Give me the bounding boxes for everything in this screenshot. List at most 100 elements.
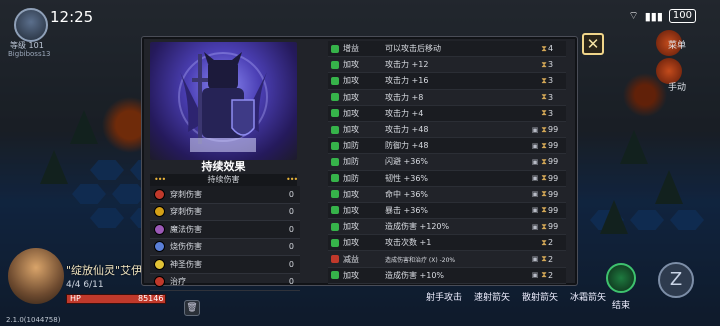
- skill-button[interactable]: 速射箭矢: [472, 290, 512, 303]
- damage-type-label: 烧伤伤害: [170, 242, 202, 252]
- effect-description: 防御力 +48: [385, 141, 429, 151]
- damage-type-icon: [154, 276, 165, 288]
- effect-type-icon: [331, 174, 339, 183]
- damage-type-row: 穿刺伤害 0: [150, 204, 300, 221]
- damage-type-label: 穿刺伤害: [170, 207, 202, 217]
- effect-duration: 2: [548, 238, 554, 248]
- effect-row[interactable]: 加攻 攻击力 +12 ⧗ 3: [328, 57, 566, 74]
- effect-type: 减益: [343, 254, 359, 264]
- effect-type-icon: [331, 255, 339, 264]
- effect-row[interactable]: 加防 防御力 +48 ▣ ⧗ 99: [328, 138, 566, 155]
- hourglass-icon: ⧗: [541, 140, 547, 150]
- effect-row[interactable]: 减益 造成伤害和治疗 (X) -20% ▣ ⧗ 2: [328, 251, 566, 268]
- permanent-lock-icon: ▣: [531, 206, 539, 215]
- effect-description: 命中 +36%: [385, 189, 429, 199]
- ornament-dots-right: •••: [286, 175, 298, 184]
- unit-portrait-art: [150, 42, 297, 160]
- effect-description: 造成伤害和治疗 (X) -20%: [385, 256, 456, 264]
- effect-type: 加攻: [343, 222, 359, 232]
- damage-type-label: 穿刺伤害: [170, 189, 202, 199]
- system-icons: ⌔ ▮▮▮ 100: [628, 9, 696, 23]
- effect-type-icon: [331, 206, 339, 215]
- effect-duration: 99: [548, 173, 559, 183]
- effect-description: 攻击力 +8: [385, 92, 424, 102]
- effect-type-icon: [331, 76, 339, 85]
- ornament-dots-left: •••: [154, 175, 166, 184]
- hourglass-icon: ⧗: [541, 75, 547, 85]
- knight-silhouette-icon: [178, 52, 268, 152]
- effect-description: 造成伤害 +120%: [385, 222, 450, 232]
- effect-row[interactable]: 加攻 攻击力 +16 ⧗ 3: [328, 73, 566, 90]
- damage-type-icon: [154, 258, 165, 270]
- unit-name: "绽放仙灵"艾伊: [66, 264, 143, 277]
- damage-type-row: 穿刺伤害 0: [150, 186, 300, 204]
- effect-type-icon: [331, 190, 339, 199]
- effect-row[interactable]: 加攻 造成伤害 +10% ▣ ⧗ 2: [328, 267, 566, 284]
- effect-description: 攻击力 +48: [385, 125, 429, 135]
- effect-duration: 2: [548, 270, 554, 280]
- effect-row[interactable]: 加防 闪避 +36% ▣ ⧗ 99: [328, 154, 566, 171]
- damage-type-row: 魔法伤害 0: [150, 221, 300, 239]
- effect-type: 加防: [343, 173, 359, 183]
- close-button[interactable]: ✕: [582, 33, 604, 55]
- effect-row[interactable]: 加攻 攻击力 +4 ⧗ 3: [328, 105, 566, 122]
- permanent-lock-icon: ▣: [531, 255, 539, 264]
- hourglass-icon: ⧗: [541, 254, 547, 264]
- effect-duration: 3: [548, 76, 554, 86]
- damage-type-label: 魔法伤害: [170, 224, 202, 234]
- end-turn-button[interactable]: [606, 263, 636, 293]
- clock: 12:25: [50, 8, 94, 26]
- effect-type: 加攻: [343, 238, 359, 248]
- effect-row[interactable]: 加攻 攻击次数 +1 ⧗ 2: [328, 235, 566, 252]
- damage-type-icon: [154, 241, 165, 253]
- signal-icon: ▮▮▮: [644, 9, 663, 23]
- effect-row[interactable]: 增益 可以攻击后移动 ⧗ 4: [328, 41, 566, 58]
- z-button[interactable]: Z: [658, 262, 694, 298]
- effect-type: 加攻: [343, 92, 359, 102]
- effect-row[interactable]: 加攻 攻击力 +8 ⧗ 3: [328, 90, 566, 106]
- effect-description: 暴击 +36%: [385, 205, 429, 215]
- trash-icon[interactable]: 🗑: [184, 300, 200, 316]
- effect-type: 加攻: [343, 205, 359, 215]
- effect-duration: 2: [548, 254, 554, 264]
- damage-type-label: 神圣伤害: [170, 259, 202, 269]
- effect-duration: 99: [548, 205, 559, 215]
- effect-type-icon: [331, 238, 339, 247]
- skill-button[interactable]: 散射箭矢: [520, 290, 560, 303]
- damage-type-row: 治疗 0: [150, 274, 300, 291]
- skill-bar: 射手攻击 速射箭矢 散射箭矢 冰霜箭矢: [424, 290, 608, 303]
- effect-row[interactable]: 加攻 暴击 +36% ▣ ⧗ 99: [328, 202, 566, 220]
- effect-row[interactable]: 加防 韧性 +36% ▣ ⧗ 99: [328, 170, 566, 187]
- effect-row[interactable]: 加攻 造成伤害 +120% ▣ ⧗ 99: [328, 219, 566, 236]
- effect-description: 攻击力 +16: [385, 76, 429, 86]
- hp-value: 85146: [138, 294, 164, 303]
- hourglass-icon: ⧗: [541, 189, 547, 199]
- version-label: 2.1.0(1044758): [6, 316, 61, 324]
- effect-type: 加防: [343, 157, 359, 167]
- effect-description: 攻击次数 +1: [385, 238, 432, 248]
- hp-label: HP: [70, 294, 81, 303]
- unit-stats: 4/4 6/11: [66, 280, 104, 290]
- effect-row[interactable]: 加攻 命中 +36% ▣ ⧗ 99: [328, 187, 566, 203]
- hourglass-icon: ⧗: [541, 173, 547, 183]
- skill-button[interactable]: 射手攻击: [424, 290, 464, 303]
- effect-row[interactable]: 加攻 攻击力 +48 ▣ ⧗ 99: [328, 122, 566, 139]
- damage-type-row: 神圣伤害 0: [150, 256, 300, 274]
- player-avatar[interactable]: [14, 8, 48, 42]
- hourglass-icon: ⧗: [541, 156, 547, 166]
- unit-portrait[interactable]: [8, 248, 64, 304]
- skill-button[interactable]: 冰霜箭矢: [568, 290, 608, 303]
- damage-types-list: 穿刺伤害 0 穿刺伤害 0 魔法伤害 0 烧伤伤害 0 神圣伤害 0 治疗 0: [150, 186, 300, 291]
- damage-type-row: 烧伤伤害 0: [150, 239, 300, 256]
- effects-table: 增益 可以攻击后移动 ⧗ 4 加攻 攻击力 +12 ⧗ 3 加攻 攻击力 +16 ⧗ 3 加攻 攻击力 +…: [328, 41, 566, 284]
- hourglass-icon: ⧗: [541, 43, 547, 53]
- damage-type-value: 0: [288, 242, 294, 252]
- effect-description: 韧性 +36%: [385, 173, 429, 183]
- effect-type-icon: [331, 271, 339, 280]
- effect-duration: 4: [548, 44, 554, 54]
- permanent-lock-icon: ▣: [531, 174, 539, 183]
- effect-type: 加攻: [343, 270, 359, 280]
- damage-type-value: 0: [288, 259, 294, 269]
- damage-type-icon: [154, 206, 165, 218]
- effect-duration: 3: [548, 108, 554, 118]
